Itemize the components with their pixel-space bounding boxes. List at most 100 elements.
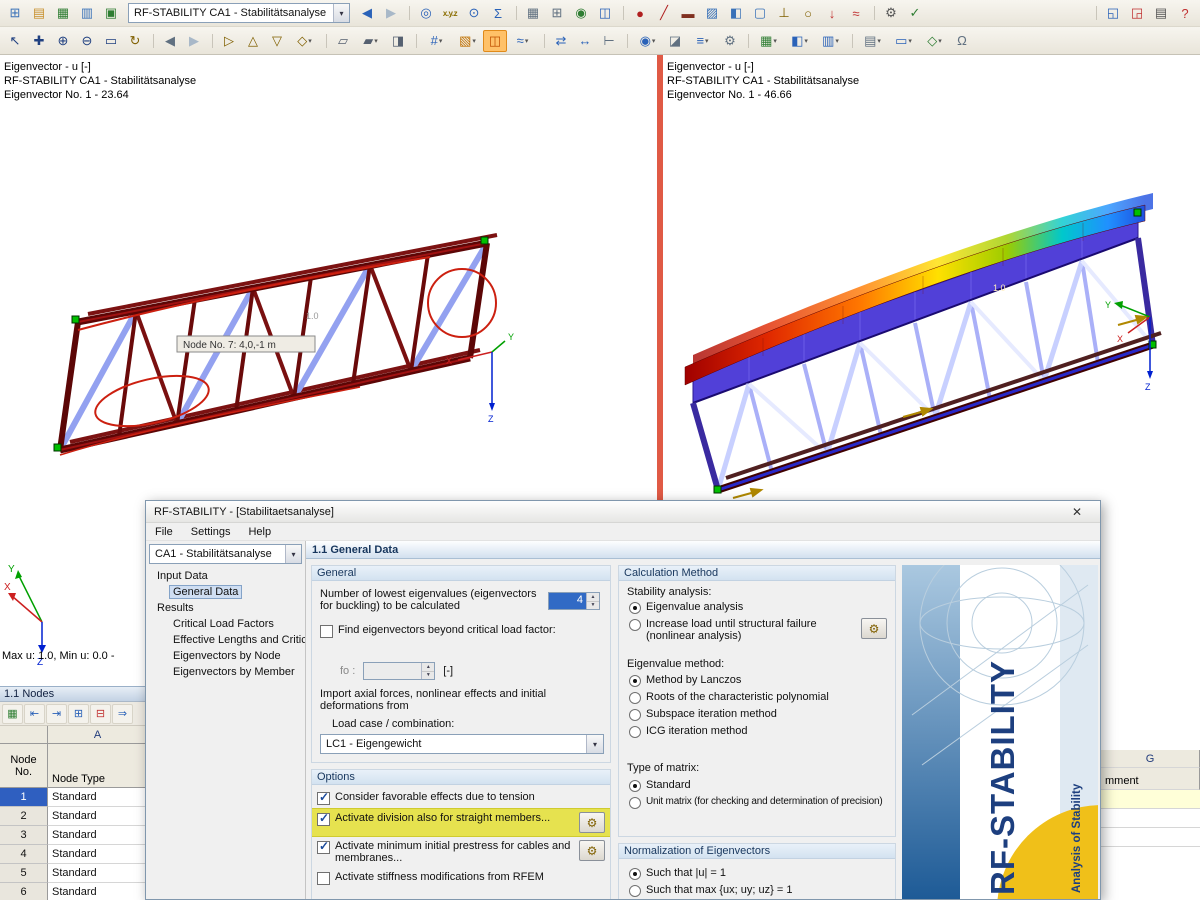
go-first-icon[interactable]: ⇤ xyxy=(24,703,45,724)
menu-file[interactable]: File xyxy=(146,526,182,538)
view-yz-icon[interactable]: △ xyxy=(241,30,265,52)
zoom-out-icon[interactable]: ⊖ xyxy=(75,30,99,52)
help-icon[interactable]: ? xyxy=(1173,2,1197,24)
radio[interactable] xyxy=(629,797,641,809)
solid-icon[interactable]: ◧ xyxy=(724,2,748,24)
snap-settings-icon[interactable]: ◇ xyxy=(919,30,950,52)
radio-option[interactable]: Increase load until structural failure (… xyxy=(627,618,889,642)
numbering-icon[interactable]: # xyxy=(416,30,452,52)
node-icon[interactable]: ● xyxy=(623,2,652,24)
table-cell[interactable] xyxy=(1101,828,1200,847)
next-view-icon[interactable]: ▶ xyxy=(182,30,206,52)
isometric-view-icon[interactable]: ◇ xyxy=(289,30,320,52)
case-selector-combo[interactable]: CA1 - Stabilitätsanalyse ▾ xyxy=(149,544,302,564)
menu-settings[interactable]: Settings xyxy=(182,526,240,538)
open-model-icon[interactable]: ▤ xyxy=(27,2,51,24)
results-window-icon[interactable]: ◲ xyxy=(1125,2,1149,24)
transparency-icon[interactable]: ◨ xyxy=(386,30,410,52)
radio[interactable] xyxy=(629,726,641,738)
panel-toggle-icon[interactable]: ◧ xyxy=(784,30,815,52)
radio[interactable] xyxy=(629,692,641,704)
select-arrow-icon[interactable]: ↖ xyxy=(3,30,27,52)
tree-item[interactable]: Eigenvectors by Member xyxy=(146,664,305,680)
eigenvalue-count-spinner[interactable]: 4 ▲ ▼ xyxy=(548,592,600,610)
units-icon[interactable]: Ω xyxy=(950,30,974,52)
node-type-cell[interactable]: Standard xyxy=(48,864,148,883)
pan-icon[interactable]: ✚ xyxy=(27,30,51,52)
dialog-titlebar[interactable]: RF-STABILITY - [Stabilitaetsanalyse] ✕ xyxy=(146,501,1100,523)
sum-results-icon[interactable]: Σ xyxy=(486,2,510,24)
move-copy-icon[interactable]: ⇄ xyxy=(544,30,573,52)
radio[interactable] xyxy=(629,780,641,792)
grid-icon[interactable]: ⊞ xyxy=(545,2,569,24)
node-type-cell[interactable]: Standard xyxy=(48,845,148,864)
radio[interactable] xyxy=(629,709,641,721)
node-type-cell[interactable]: Standard xyxy=(48,788,148,807)
radio-option[interactable]: Standard xyxy=(627,779,893,792)
radio-option[interactable]: Unit matrix (for checking and determinat… xyxy=(627,796,893,809)
tree-item[interactable]: Critical Load Factors xyxy=(146,616,305,632)
wireframe-display-icon[interactable]: ▱ xyxy=(326,30,355,52)
zoom-select-icon[interactable]: ◎ xyxy=(409,2,438,24)
member-icon[interactable]: ▬ xyxy=(676,2,700,24)
radio[interactable] xyxy=(629,885,641,897)
guidelines-icon[interactable]: ▦ xyxy=(516,2,545,24)
row-number-cell[interactable]: 3 xyxy=(0,826,48,845)
radio-option[interactable]: Such that max {ux; uy; uz} = 1 xyxy=(627,884,889,897)
option-row[interactable]: Activate division also for straight memb… xyxy=(312,808,610,837)
calculation-icon[interactable]: ⚙ xyxy=(874,2,903,24)
nodal-load-icon[interactable]: ↓ xyxy=(820,2,844,24)
checkbox[interactable] xyxy=(317,872,330,885)
delete-row-icon[interactable]: ⊟ xyxy=(90,703,111,724)
tables-icon[interactable]: ▦ xyxy=(51,2,75,24)
printout-report-icon[interactable]: ▥ xyxy=(75,2,99,24)
new-model-icon[interactable]: ⊞ xyxy=(3,2,27,24)
previous-view-icon[interactable]: ◀ xyxy=(153,30,182,52)
node-type-cell[interactable]: Standard xyxy=(48,807,148,826)
option-row[interactable]: Consider favorable effects due to tensio… xyxy=(312,788,610,808)
mirror-icon[interactable]: ↔ xyxy=(573,30,597,52)
tree-item[interactable]: Eigenvectors by Node xyxy=(146,648,305,664)
details-button[interactable]: ⚙ xyxy=(861,618,887,639)
dimensions-icon[interactable]: ⊢ xyxy=(597,30,621,52)
menu-help[interactable]: Help xyxy=(239,526,280,538)
next-case-icon[interactable]: ▶ xyxy=(379,2,403,24)
surface-icon[interactable]: ▨ xyxy=(700,2,724,24)
zoom-window-icon[interactable]: ▭ xyxy=(99,30,123,52)
support-icon[interactable]: ⊥ xyxy=(772,2,796,24)
show-results-icon[interactable]: ≈ xyxy=(507,30,538,52)
beyond-critical-checkbox[interactable]: Find eigenvectors beyond critical load f… xyxy=(320,624,602,638)
radio-option[interactable]: Such that |u| = 1 xyxy=(627,867,889,880)
rotate-view-icon[interactable]: ↻ xyxy=(123,30,147,52)
loadcase-selector[interactable]: LC1 - Eigengewicht ▾ xyxy=(320,734,604,754)
radio[interactable] xyxy=(629,868,641,880)
insert-row-icon[interactable]: ⊞ xyxy=(68,703,89,724)
details-button[interactable]: ⚙ xyxy=(579,840,605,861)
table-manager-icon[interactable]: ▣ xyxy=(99,2,123,24)
check-model-icon[interactable]: ✓ xyxy=(903,2,927,24)
table-filter-icon[interactable]: ▦ xyxy=(2,703,23,724)
checkbox[interactable] xyxy=(317,839,330,854)
export-table-icon[interactable]: ⇒ xyxy=(112,703,133,724)
checkbox[interactable] xyxy=(317,811,330,826)
solid-display-icon[interactable]: ▰ xyxy=(355,30,386,52)
visibility-icon[interactable]: ◉ xyxy=(627,30,663,52)
print-graphic-icon[interactable]: ▤ xyxy=(1149,2,1173,24)
results-panel-icon[interactable]: ◫ xyxy=(483,29,507,52)
chevron-down-icon[interactable]: ▾ xyxy=(586,735,603,753)
details-button[interactable]: ⚙ xyxy=(579,812,605,833)
row-number-cell[interactable]: 5 xyxy=(0,864,48,883)
loadcase-combo[interactable]: RF-STABILITY CA1 - Stabilitätsanalyse ▾ xyxy=(128,3,350,23)
renderer-settings-icon[interactable]: ⚙ xyxy=(718,30,742,52)
coordinates-icon[interactable]: x.y.z xyxy=(438,2,462,24)
node-type-cell[interactable]: Standard xyxy=(48,883,148,900)
radio-option[interactable]: Method by Lanczos xyxy=(627,674,889,687)
row-number-cell[interactable]: 1 xyxy=(0,788,48,807)
tree-item[interactable]: Results xyxy=(146,600,305,616)
radio-option[interactable]: Subspace iteration method xyxy=(627,708,889,721)
table-cell[interactable] xyxy=(1101,809,1200,828)
display-settings-icon[interactable]: ▤ xyxy=(852,30,888,52)
view-xy-icon[interactable]: ▽ xyxy=(265,30,289,52)
radio-option[interactable]: Eigenvalue analysis xyxy=(627,601,889,614)
go-last-icon[interactable]: ⇥ xyxy=(46,703,67,724)
